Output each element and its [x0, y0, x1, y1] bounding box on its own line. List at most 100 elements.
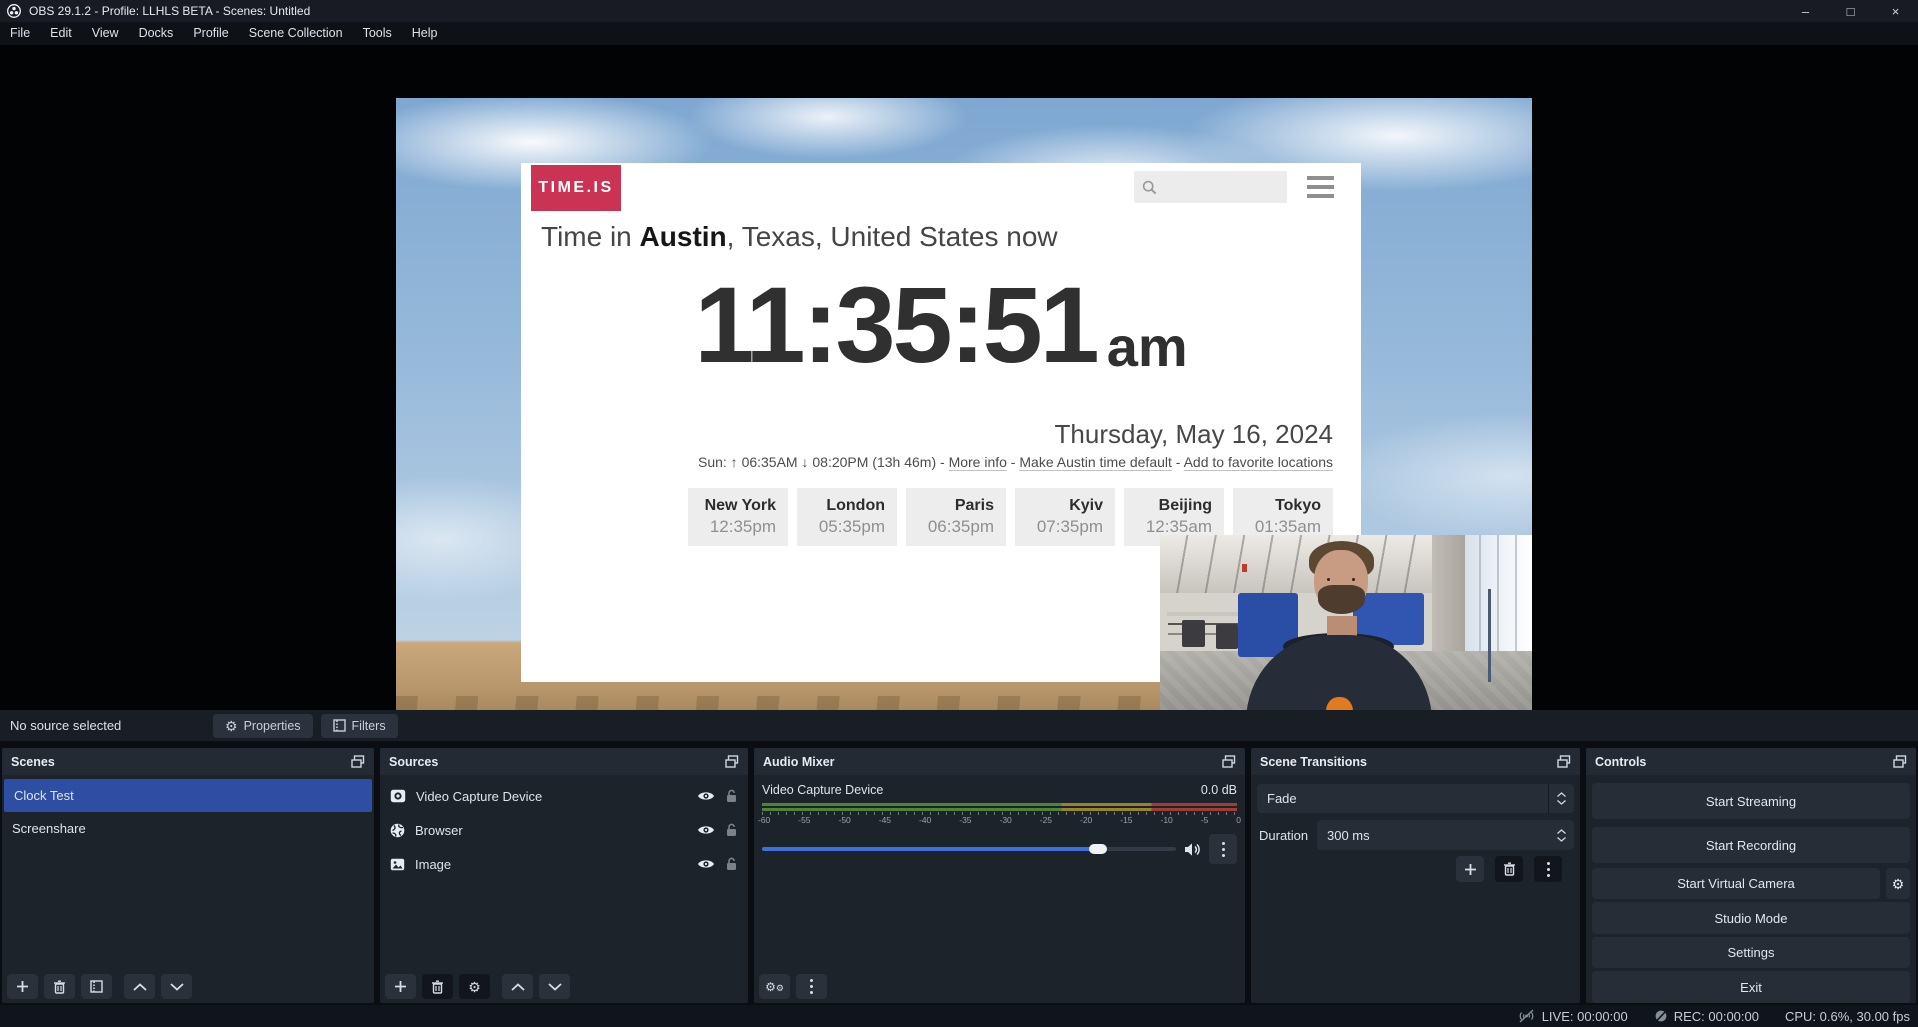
menu-tools[interactable]: Tools — [353, 22, 402, 45]
settings-button[interactable]: Settings — [1592, 937, 1910, 968]
chevron-down-icon — [1557, 837, 1566, 842]
exit-button[interactable]: Exit — [1592, 971, 1910, 1003]
plus-icon — [16, 980, 29, 993]
camera-icon — [390, 789, 406, 803]
eye-icon[interactable] — [697, 824, 715, 836]
window-title: OBS 29.1.2 - Profile: LLHLS BETA - Scene… — [29, 4, 310, 18]
chevron-up-icon — [1557, 829, 1566, 834]
mixer-menu-button[interactable] — [796, 974, 827, 999]
sun-times: Sun: ↑ 06:35AM ↓ 08:20PM (13h 46m) - — [698, 454, 949, 470]
popout-icon[interactable] — [1557, 755, 1571, 768]
trash-icon — [53, 980, 66, 994]
preview-area: TIME.IS Time in Austin, Texas, United St… — [0, 45, 1918, 710]
webcam-chair — [1216, 624, 1238, 649]
minimize-button[interactable]: – — [1783, 0, 1828, 22]
popout-icon[interactable] — [725, 755, 739, 768]
move-source-up-button[interactable] — [502, 974, 533, 999]
city-card: Paris 06:35pm — [906, 488, 1006, 546]
start-streaming-button[interactable]: Start Streaming — [1592, 783, 1910, 819]
transition-select[interactable]: Fade — [1257, 784, 1574, 813]
scene-canvas[interactable]: TIME.IS Time in Austin, Texas, United St… — [396, 98, 1532, 728]
maximize-button[interactable]: □ — [1828, 0, 1873, 22]
move-scene-up-button[interactable] — [124, 974, 155, 999]
city-time: 05:35pm — [809, 516, 885, 538]
source-status-text: No source selected — [10, 718, 121, 733]
search-icon — [1142, 180, 1157, 195]
menu-view[interactable]: View — [82, 22, 129, 45]
scene-item-clock-test[interactable]: Clock Test — [4, 779, 372, 812]
menu-scene-collection[interactable]: Scene Collection — [239, 22, 353, 45]
popout-icon[interactable] — [1222, 755, 1236, 768]
duration-spinbox[interactable]: 300 ms — [1317, 820, 1574, 850]
image-icon — [390, 858, 405, 871]
gear-icon: ⚙ — [225, 719, 238, 733]
source-row-image[interactable]: Image — [380, 847, 748, 881]
menu-profile[interactable]: Profile — [183, 22, 238, 45]
sun-info-line: Sun: ↑ 06:35AM ↓ 08:20PM (13h 46m) - Mor… — [698, 454, 1333, 470]
plus-icon — [394, 980, 407, 993]
volume-slider-handle[interactable] — [1089, 844, 1107, 854]
transition-select-spinner[interactable] — [1548, 784, 1574, 813]
properties-button[interactable]: ⚙ Properties — [213, 714, 313, 738]
scene-filters-button[interactable] — [81, 974, 112, 999]
remove-source-button[interactable] — [422, 974, 453, 999]
transition-properties-button[interactable] — [1534, 856, 1562, 882]
city-card: London 05:35pm — [797, 488, 897, 546]
duration-value: 300 ms — [1317, 828, 1548, 843]
transition-selected-value: Fade — [1257, 791, 1548, 806]
source-properties-button[interactable]: ⚙ — [459, 974, 490, 999]
more-info-link: More info — [949, 454, 1007, 471]
eye-icon[interactable] — [697, 790, 715, 802]
trash-icon — [1503, 862, 1516, 876]
menu-bar: File Edit View Docks Profile Scene Colle… — [0, 22, 1918, 45]
add-source-button[interactable] — [385, 974, 416, 999]
close-button[interactable]: × — [1873, 0, 1918, 22]
menu-edit[interactable]: Edit — [40, 22, 82, 45]
sources-panel: Sources Video Capture Device — [380, 748, 748, 1003]
city-name: London — [809, 496, 885, 516]
duration-spinner[interactable] — [1548, 820, 1574, 850]
add-transition-button[interactable] — [1456, 856, 1484, 882]
stream-inactive-icon — [1517, 1009, 1536, 1023]
move-scene-down-button[interactable] — [161, 974, 192, 999]
source-row-browser[interactable]: Browser — [380, 813, 748, 847]
menu-docks[interactable]: Docks — [129, 22, 184, 45]
menu-help[interactable]: Help — [402, 22, 448, 45]
menu-file[interactable]: File — [0, 22, 40, 45]
start-recording-button[interactable]: Start Recording — [1592, 827, 1910, 863]
sun-separator: - — [1172, 454, 1184, 470]
add-scene-button[interactable] — [7, 974, 38, 999]
sources-panel-title: Sources — [389, 755, 438, 769]
volume-slider[interactable] — [762, 847, 1176, 851]
remove-transition-button[interactable] — [1495, 856, 1523, 882]
controls-panel: Controls Start Streaming Start Recording… — [1586, 748, 1916, 1003]
source-row-video-capture[interactable]: Video Capture Device — [380, 779, 748, 813]
make-default-link: Make Austin time default — [1019, 454, 1172, 471]
globe-icon — [390, 823, 405, 838]
popout-icon[interactable] — [1893, 755, 1907, 768]
eye-icon[interactable] — [697, 858, 715, 870]
webcam-tripod — [1488, 589, 1491, 682]
move-source-down-button[interactable] — [539, 974, 570, 999]
studio-mode-button[interactable]: Studio Mode — [1592, 902, 1910, 934]
filters-button[interactable]: Filters — [321, 714, 398, 738]
speaker-icon[interactable] — [1184, 842, 1201, 857]
source-toolbar: No source selected ⚙ Properties Filters — [0, 710, 1918, 741]
filters-icon — [333, 719, 346, 732]
time-digits: 11:35:51 — [694, 271, 1096, 379]
mixer-channel-menu-button[interactable] — [1209, 834, 1237, 864]
remove-scene-button[interactable] — [44, 974, 75, 999]
obs-logo-icon — [7, 4, 21, 18]
virtual-camera-settings-button[interactable]: ⚙ — [1886, 868, 1910, 899]
lock-icon[interactable] — [725, 857, 738, 871]
start-virtual-camera-button[interactable]: Start Virtual Camera — [1592, 868, 1880, 899]
sun-separator: - — [1007, 454, 1019, 470]
advanced-audio-button[interactable]: ⚙⚙ — [759, 974, 790, 999]
webcam-chair — [1182, 620, 1204, 647]
lock-icon[interactable] — [725, 789, 738, 803]
transitions-panel-title: Scene Transitions — [1260, 755, 1367, 769]
lock-icon[interactable] — [725, 823, 738, 837]
obs-window: OBS 29.1.2 - Profile: LLHLS BETA - Scene… — [0, 0, 1918, 1027]
popout-icon[interactable] — [351, 755, 365, 768]
scene-item-screenshare[interactable]: Screenshare — [2, 812, 374, 845]
